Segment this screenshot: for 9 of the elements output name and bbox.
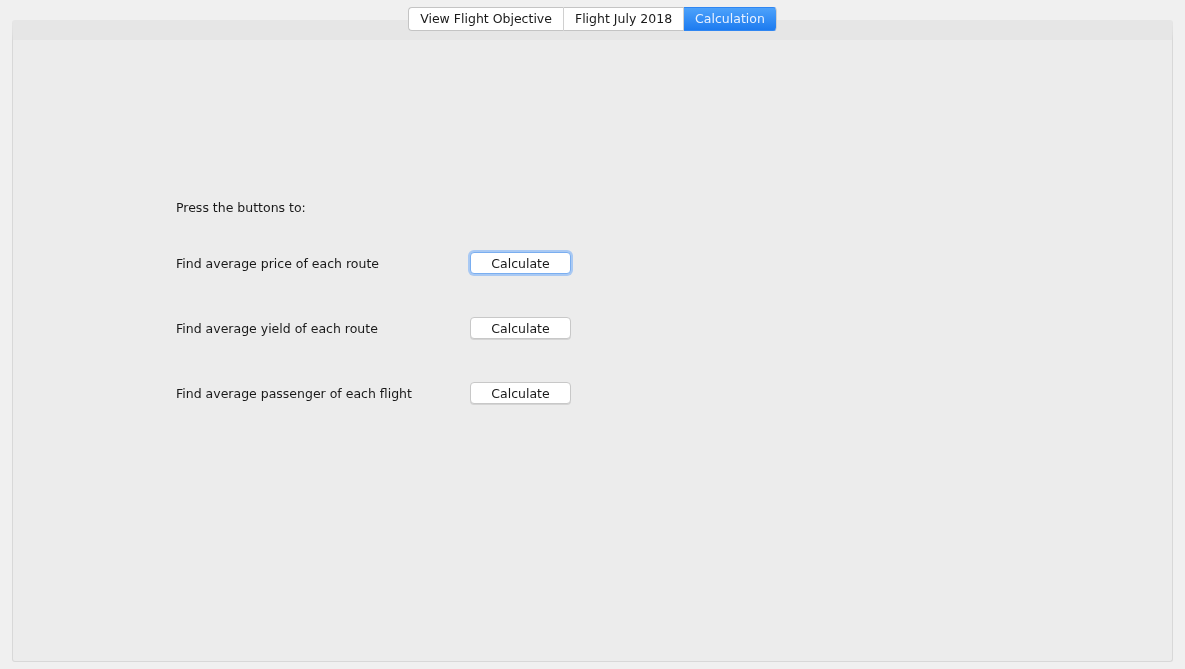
instruction-text: Press the buttons to: xyxy=(176,200,307,215)
action-label: Find average price of each route xyxy=(176,255,379,271)
calculate-button[interactable]: Calculate xyxy=(470,382,571,404)
action-label: Find average yield of each route xyxy=(176,320,378,336)
action-label: Find average passenger of each flight xyxy=(176,385,412,401)
tab[interactable]: Flight July 2018 xyxy=(563,7,685,31)
calculate-button[interactable]: Calculate xyxy=(470,252,571,274)
calculate-button[interactable]: Calculate xyxy=(470,317,571,339)
tab[interactable]: View Flight Objective xyxy=(408,7,564,31)
